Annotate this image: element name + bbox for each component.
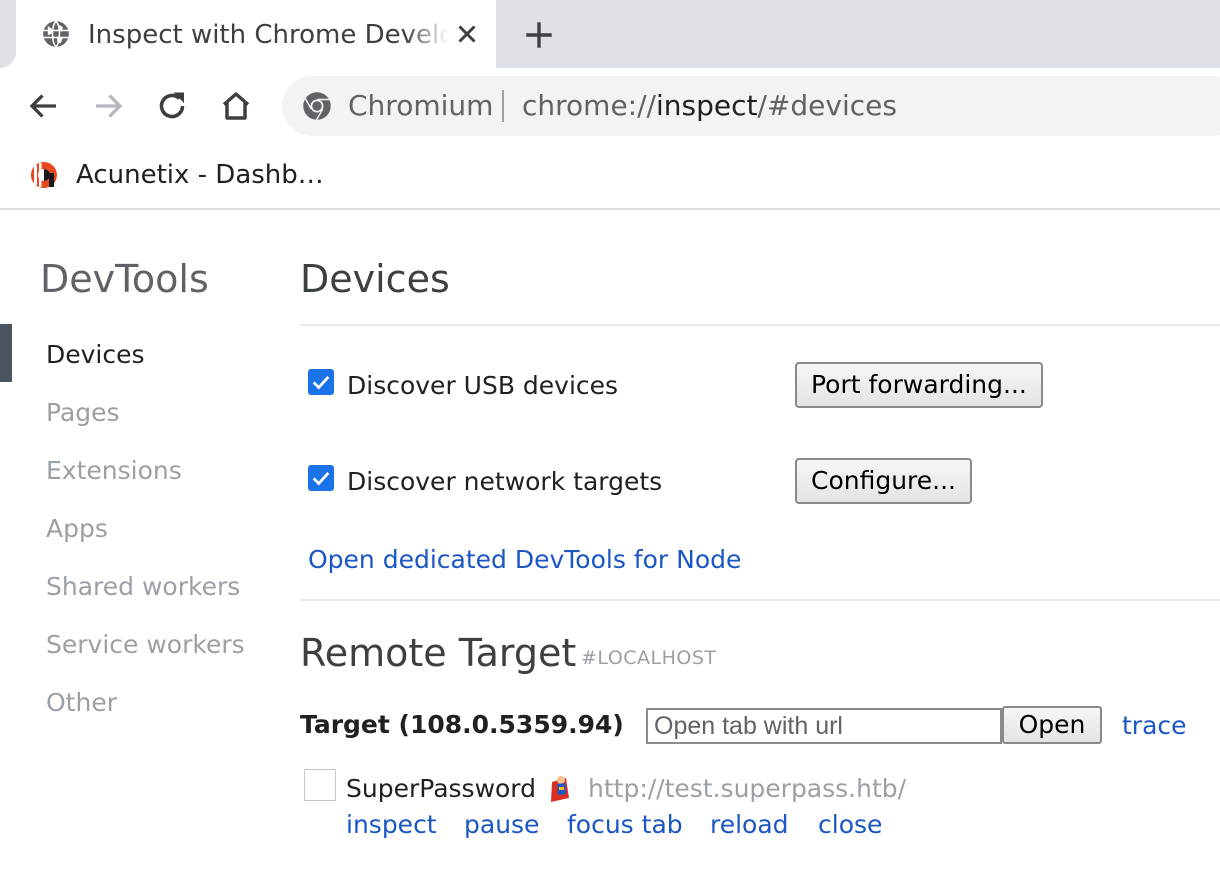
divider (300, 324, 1220, 326)
checkmark-icon (312, 472, 330, 486)
omnibox-url[interactable]: chrome://inspect/#devices (522, 88, 897, 124)
discover-network-label: Discover network targets (347, 467, 663, 496)
close-link[interactable]: close (818, 808, 882, 842)
sidebar-item-apps[interactable]: Apps (46, 512, 108, 546)
port-forwarding-button[interactable]: Port forwarding... (795, 362, 1043, 408)
configure-button[interactable]: Configure... (795, 458, 973, 504)
discover-usb-label: Discover USB devices (347, 371, 619, 400)
sidebar-title: DevTools (40, 257, 209, 301)
back-arrow-icon[interactable] (26, 88, 62, 124)
url-scheme: chrome:// (522, 89, 656, 122)
inspect-link[interactable]: inspect (346, 808, 437, 842)
open-tab-url-input[interactable] (646, 708, 1002, 744)
target-name: Target (108.0.5359.94) (300, 710, 624, 739)
acunetix-icon (30, 162, 57, 188)
remote-target-title: Remote Target (300, 631, 577, 675)
globe-icon (43, 20, 69, 48)
sidebar-item-extensions[interactable]: Extensions (46, 454, 182, 488)
sidebar-item-devices[interactable]: Devices (46, 338, 145, 372)
sidebar-item-shared-workers[interactable]: Shared workers (46, 570, 240, 604)
page-url: http://test.superpass.htb/ (588, 774, 907, 803)
sidebar-item-pages[interactable]: Pages (46, 396, 120, 430)
divider (300, 599, 1220, 601)
open-button[interactable]: Open (1002, 706, 1102, 744)
chromium-icon (303, 92, 331, 121)
discover-network-checkbox[interactable] (308, 465, 334, 491)
close-icon[interactable] (452, 19, 482, 49)
browser-toolbar: Chromium chrome://inspect/#devices (0, 68, 1220, 144)
tab-title: Inspect with Chrome Developer Tools (88, 20, 448, 50)
page-thumbnail (304, 769, 336, 801)
node-devtools-link[interactable]: Open dedicated DevTools for Node (308, 543, 741, 577)
bookmarks-bar: Acunetix - Dashb… (0, 144, 1220, 210)
address-bar[interactable]: Chromium chrome://inspect/#devices (282, 76, 1220, 136)
remote-target-subtitle: #LOCALHOST (581, 647, 717, 669)
sidebar-active-indicator (0, 324, 12, 382)
home-icon[interactable] (218, 88, 254, 124)
omnibox-separator (502, 90, 504, 122)
page-title: Devices (300, 257, 450, 301)
focus-tab-link[interactable]: focus tab (567, 808, 683, 842)
new-tab-icon[interactable] (522, 18, 556, 52)
omnibox-origin-label: Chromium (348, 89, 494, 122)
reload-icon[interactable] (154, 88, 190, 124)
page-name: SuperPassword (346, 774, 537, 803)
pause-link[interactable]: pause (464, 808, 539, 842)
browser-tab[interactable]: Inspect with Chrome Developer Tools (0, 0, 496, 68)
url-host: inspect (655, 89, 758, 122)
sidebar-item-other[interactable]: Other (46, 686, 117, 720)
bookmark-label: Acunetix - Dashb… (76, 160, 324, 190)
trace-link[interactable]: trace (1122, 709, 1187, 743)
forward-arrow-icon[interactable] (90, 88, 126, 124)
sidebar-item-service-workers[interactable]: Service workers (46, 628, 245, 662)
reload-link[interactable]: reload (710, 808, 789, 842)
discover-usb-checkbox[interactable] (308, 369, 334, 395)
superhero-icon (551, 776, 569, 802)
tab-strip: Inspect with Chrome Developer Tools (0, 0, 1220, 68)
url-path: /#devices (757, 89, 897, 122)
checkmark-icon (312, 376, 330, 390)
